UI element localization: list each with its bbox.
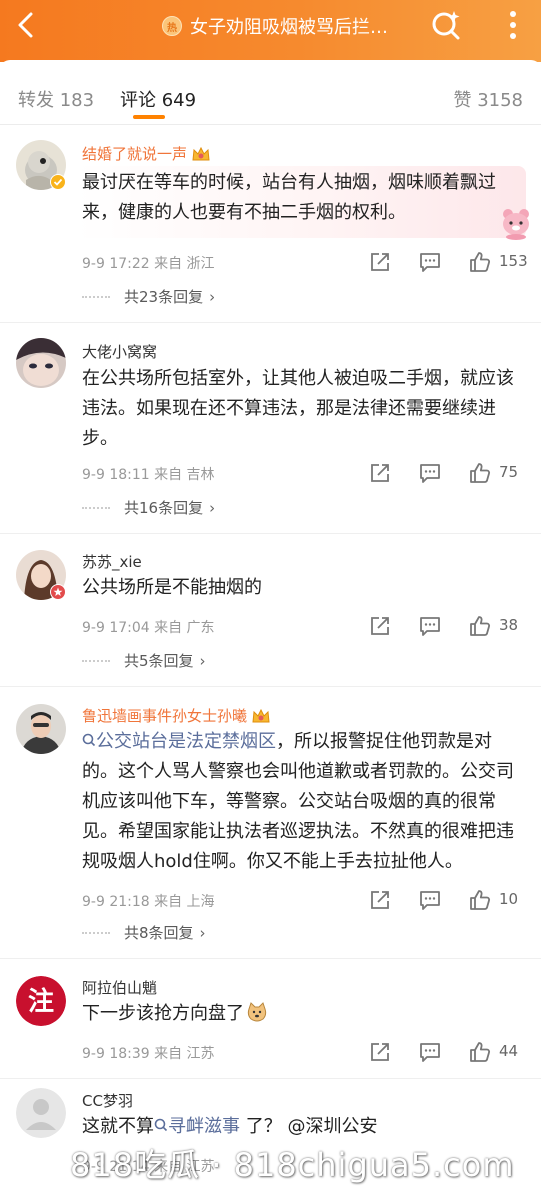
bear-sticker-icon <box>503 209 529 240</box>
reply-icon[interactable] <box>418 461 442 485</box>
like-count: 38 <box>499 616 519 634</box>
comment-actions: 44 <box>366 1040 526 1068</box>
comment-actions: 75 <box>366 461 526 489</box>
watermark: 818吃瓜 · 818chigua5.com <box>70 1146 515 1184</box>
comment-author[interactable]: 大佬小窝窝 <box>82 341 157 362</box>
comment-text: 公共场所是不能抽烟的 <box>82 577 262 598</box>
chevron-right-icon: › <box>199 923 206 942</box>
like-count: 44 <box>499 1042 519 1060</box>
comment-author[interactable]: 结婚了就说一声 <box>82 143 211 164</box>
chevron-right-icon: › <box>209 287 216 306</box>
topic-link[interactable]: 寻衅滋事 <box>154 1116 240 1137</box>
divider <box>0 1078 541 1079</box>
comment-text: 这就不算 寻衅滋事 了？ @深圳公安 <box>82 1116 378 1137</box>
badge-icon <box>50 584 66 600</box>
comment-text: 最讨厌在等车的时候，站台有人抽烟，烟味顺着飘过来，健康的人也要有不抽二手烟的权利… <box>76 166 526 238</box>
divider <box>0 686 541 687</box>
avatar[interactable] <box>16 704 66 754</box>
reply-icon[interactable] <box>418 1040 442 1064</box>
share-icon[interactable] <box>368 250 392 274</box>
comment-meta: 9-9 17:22 来自 浙江 <box>82 256 215 272</box>
like-count: 75 <box>499 463 519 481</box>
active-tab-indicator <box>133 115 165 119</box>
doge-emoji-icon <box>247 1002 267 1022</box>
top-bar: 热 女子劝阻吸烟被骂后拦… <box>0 0 541 62</box>
comment-author[interactable]: CC梦羽 <box>82 1090 133 1111</box>
view-replies-link[interactable]: 共8条回复 › <box>82 922 206 943</box>
comment-meta: 9-9 18:11 来自 吉林 <box>82 467 215 483</box>
comment-author[interactable]: 阿拉伯山魈 <box>82 977 157 998</box>
view-replies-link[interactable]: 共5条回复 › <box>82 650 206 671</box>
hot-badge-icon: 热 <box>162 16 182 36</box>
chevron-right-icon: › <box>209 498 216 517</box>
share-icon[interactable] <box>368 461 392 485</box>
avatar[interactable] <box>16 1088 66 1138</box>
post-title[interactable]: 热 女子劝阻吸烟被骂后拦… <box>162 12 388 40</box>
tab-like[interactable]: 赞 3158 <box>453 86 523 112</box>
comment-meta: 9-9 21:18 来自 上海 <box>82 894 215 910</box>
divider <box>0 533 541 534</box>
like-thumb-icon[interactable] <box>468 461 492 485</box>
reply-icon[interactable] <box>418 614 442 638</box>
avatar[interactable]: 注 <box>16 976 66 1026</box>
like-thumb-icon[interactable] <box>468 888 492 912</box>
divider <box>0 958 541 959</box>
reply-icon[interactable] <box>418 250 442 274</box>
search-icon <box>154 1118 168 1132</box>
comment-text: 在公共场所包括室外，让其他人被迫吸二手烟，就应该违法。如果现在还不算违法，那是法… <box>82 368 514 449</box>
comment-meta: 9-9 18:39 来自 江苏 <box>82 1046 215 1062</box>
topic-link[interactable]: 公交站台是法定禁烟区 <box>82 731 276 752</box>
tab-comment[interactable]: 评论 649 <box>120 86 196 112</box>
comment-author[interactable]: 苏苏_xie <box>82 551 142 572</box>
comment-actions: 153 <box>366 250 528 278</box>
like-thumb-icon[interactable] <box>468 1040 492 1064</box>
more-dots-icon[interactable] <box>498 8 528 42</box>
interaction-tabs: 转发 183 评论 649 赞 3158 <box>0 60 541 124</box>
comment-text: 公交站台是法定禁烟区，所以报警捉住他罚款是对的。这个人骂人警察也会叫他道歉或者罚… <box>82 731 514 872</box>
comment-author[interactable]: 鲁迅墙画事件孙女士孙曦 <box>82 705 271 726</box>
divider <box>0 322 541 323</box>
super-search-icon[interactable] <box>430 9 462 41</box>
avatar[interactable] <box>16 338 66 388</box>
like-count: 10 <box>499 890 519 908</box>
like-thumb-icon[interactable] <box>468 250 492 274</box>
divider <box>0 124 541 125</box>
comment-actions: 10 <box>366 888 526 916</box>
like-thumb-icon[interactable] <box>468 614 492 638</box>
back-arrow-icon[interactable] <box>12 10 42 40</box>
share-icon[interactable] <box>368 1040 392 1064</box>
chevron-right-icon: › <box>199 651 206 670</box>
reply-icon[interactable] <box>418 888 442 912</box>
tab-repost[interactable]: 转发 183 <box>18 86 94 112</box>
comment-meta: 9-9 17:04 来自 广东 <box>82 620 215 636</box>
comment-actions: 38 <box>366 614 526 642</box>
svg-text:注: 注 <box>28 986 54 1017</box>
vip-crown-icon <box>192 146 210 160</box>
view-replies-link[interactable]: 共23条回复 › <box>82 286 215 307</box>
comment-text: 下一步该抢方向盘了 <box>82 999 522 1029</box>
post-title-text: 女子劝阻吸烟被骂后拦… <box>190 17 388 38</box>
share-icon[interactable] <box>368 614 392 638</box>
like-count: 153 <box>499 252 528 270</box>
verified-badge-icon <box>50 174 66 190</box>
share-icon[interactable] <box>368 888 392 912</box>
search-icon <box>82 733 96 747</box>
vip-crown-icon <box>252 708 270 722</box>
view-replies-link[interactable]: 共16条回复 › <box>82 497 215 518</box>
